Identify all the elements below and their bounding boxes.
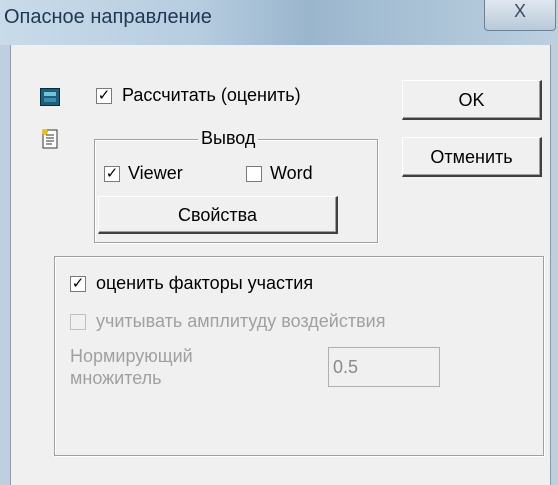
viewer-label: Viewer <box>128 163 183 183</box>
amplitude-checkbox[interactable] <box>70 314 86 330</box>
factors-label: оценить факторы участия <box>96 273 314 293</box>
output-legend: Вывод <box>198 128 259 149</box>
close-icon: X <box>513 1 526 21</box>
close-button[interactable]: X <box>484 0 556 31</box>
normalizer-label-line1: Нормирующий <box>70 346 193 366</box>
window-frame-left <box>0 45 11 485</box>
normalizer-input[interactable]: 0.5 <box>328 347 440 387</box>
title-bar: Опасное направление X <box>0 0 558 45</box>
viewer-checkbox[interactable]: ✓ <box>104 166 120 182</box>
properties-button[interactable]: Свойства <box>98 196 338 234</box>
factors-checkbox[interactable]: ✓ <box>70 276 86 292</box>
word-label: Word <box>270 163 313 183</box>
normalizer-label-line2: множитель <box>70 368 162 388</box>
cancel-button[interactable]: Отменить <box>402 137 542 177</box>
word-checkbox[interactable] <box>246 166 262 182</box>
calculate-label: Рассчитать (оценить) <box>122 85 301 105</box>
calculate-checkbox[interactable]: ✓ <box>96 88 112 104</box>
ok-button[interactable]: OK <box>402 80 542 120</box>
document-icon <box>42 129 58 149</box>
calculator-icon <box>40 88 60 106</box>
window-frame-right <box>550 45 558 485</box>
amplitude-label: учитывать амплитуду воздействия <box>96 311 386 331</box>
window-title: Опасное направление <box>4 6 212 28</box>
